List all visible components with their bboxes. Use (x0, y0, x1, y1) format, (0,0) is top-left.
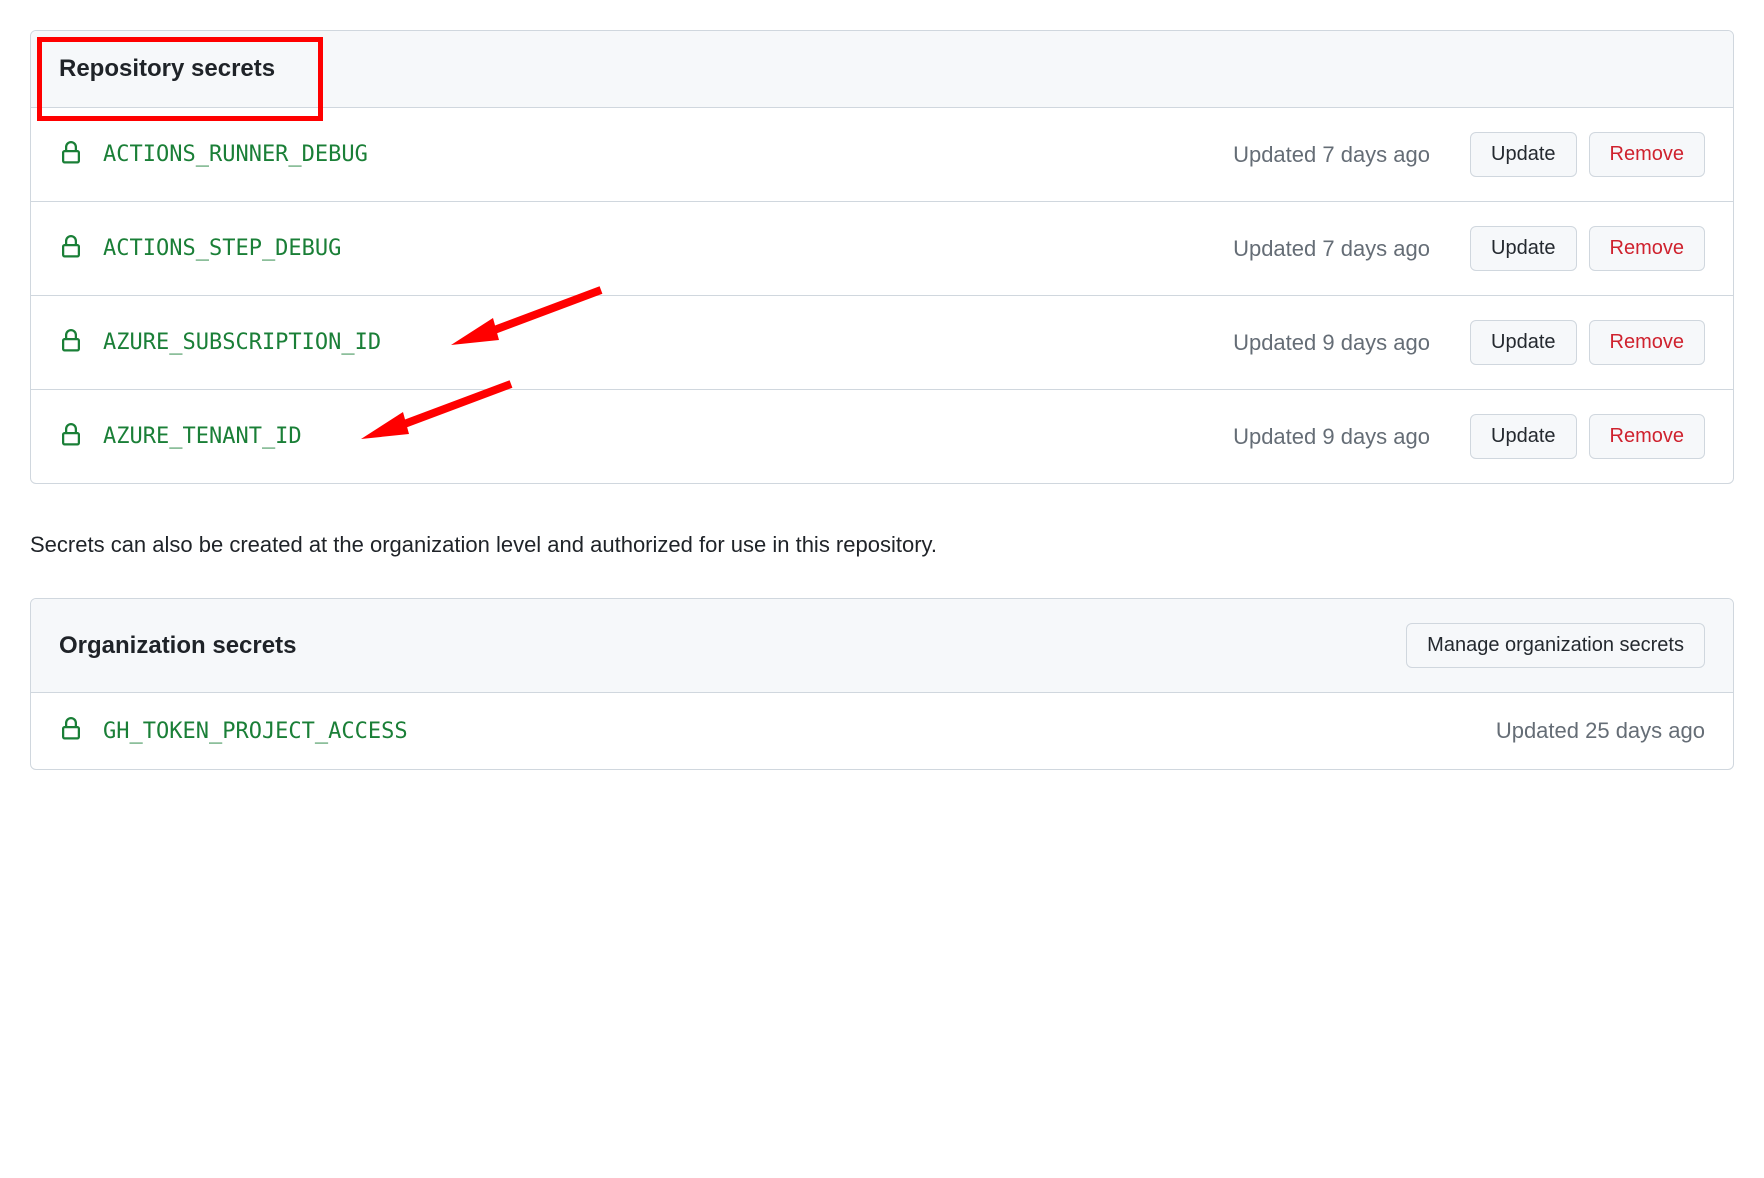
update-button[interactable]: Update (1470, 132, 1577, 177)
manage-organization-secrets-button[interactable]: Manage organization secrets (1406, 623, 1705, 668)
remove-button[interactable]: Remove (1589, 414, 1705, 459)
organization-secrets-title: Organization secrets (59, 632, 296, 660)
repository-secrets-title: Repository secrets (59, 55, 275, 83)
secret-name-link[interactable]: AZURE_SUBSCRIPTION_ID (103, 330, 381, 355)
secret-name-link[interactable]: GH_TOKEN_PROJECT_ACCESS (103, 719, 408, 744)
organization-secrets-header: Organization secrets Manage organization… (31, 599, 1733, 693)
secret-actions: Update Remove (1470, 132, 1705, 177)
org-secrets-description: Secrets can also be created at the organ… (30, 532, 1734, 558)
secret-updated-text: Updated 9 days ago (1233, 424, 1430, 450)
repository-secrets-panel: Repository secrets ACTIONS_RUNNER_DEBUG … (30, 30, 1734, 484)
organization-secrets-panel: Organization secrets Manage organization… (30, 598, 1734, 770)
lock-icon (59, 235, 83, 263)
remove-button[interactable]: Remove (1589, 132, 1705, 177)
lock-icon (59, 329, 83, 357)
secret-row: GH_TOKEN_PROJECT_ACCESS Updated 25 days … (31, 693, 1733, 769)
remove-button[interactable]: Remove (1589, 226, 1705, 271)
secret-row: ACTIONS_STEP_DEBUG Updated 7 days ago Up… (31, 202, 1733, 296)
secret-name-link[interactable]: ACTIONS_STEP_DEBUG (103, 236, 341, 261)
secret-name-link[interactable]: ACTIONS_RUNNER_DEBUG (103, 142, 368, 167)
secret-updated-text: Updated 25 days ago (1496, 718, 1705, 744)
secret-row: AZURE_TENANT_ID Updated 9 days ago Updat… (31, 390, 1733, 483)
repository-secrets-header: Repository secrets (31, 31, 1733, 108)
secret-actions: Update Remove (1470, 414, 1705, 459)
update-button[interactable]: Update (1470, 226, 1577, 271)
lock-icon (59, 141, 83, 169)
update-button[interactable]: Update (1470, 414, 1577, 459)
secret-actions: Update Remove (1470, 320, 1705, 365)
secret-row: AZURE_SUBSCRIPTION_ID Updated 9 days ago… (31, 296, 1733, 390)
secret-name-link[interactable]: AZURE_TENANT_ID (103, 424, 302, 449)
lock-icon (59, 423, 83, 451)
lock-icon (59, 717, 83, 745)
update-button[interactable]: Update (1470, 320, 1577, 365)
remove-button[interactable]: Remove (1589, 320, 1705, 365)
secret-updated-text: Updated 7 days ago (1233, 142, 1430, 168)
secret-updated-text: Updated 7 days ago (1233, 236, 1430, 262)
secret-actions: Update Remove (1470, 226, 1705, 271)
secret-updated-text: Updated 9 days ago (1233, 330, 1430, 356)
secret-row: ACTIONS_RUNNER_DEBUG Updated 7 days ago … (31, 108, 1733, 202)
